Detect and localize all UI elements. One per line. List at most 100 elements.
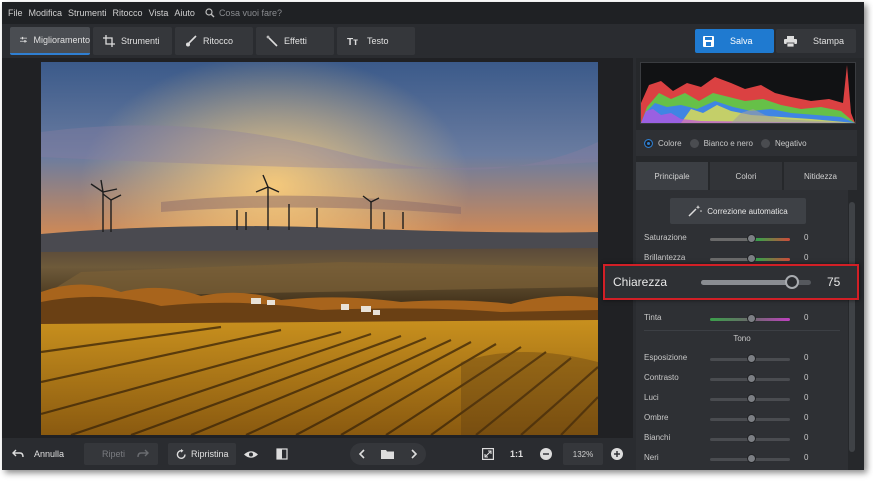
save-icon <box>703 35 714 47</box>
slider-label: Ombre <box>644 413 669 422</box>
redo-button[interactable]: Ripeti <box>84 443 158 465</box>
slider-value: 0 <box>804 413 809 422</box>
crop-icon <box>103 35 115 47</box>
slider-bianchi[interactable]: Bianchi 0 <box>644 432 844 446</box>
slider-value: 0 <box>804 253 809 262</box>
slider-neri[interactable]: Neri 0 <box>644 452 844 466</box>
navigation-group <box>350 443 426 465</box>
search-input[interactable]: Cosa vuoi fare? <box>219 8 282 18</box>
slider-knob[interactable] <box>747 254 756 263</box>
print-label: Stampa <box>813 36 845 46</box>
slider-knob[interactable] <box>747 374 756 383</box>
subtab-nitidezza[interactable]: Nitidezza <box>784 162 857 190</box>
undo-icon <box>12 449 24 458</box>
principale-params: Correzione automatica Saturazione 0 Bril… <box>636 190 848 470</box>
radio-colore-label: Colore <box>658 138 682 148</box>
compare-button[interactable] <box>276 443 288 465</box>
image-canvas[interactable] <box>2 58 633 438</box>
chiarezza-label: Chiarezza <box>613 275 668 289</box>
menu-aiuto[interactable]: Aiuto <box>174 8 195 18</box>
menu-modifica[interactable]: Modifica <box>29 8 63 18</box>
slider-tinta[interactable]: Tinta 0 <box>644 312 844 326</box>
tab-ritocco[interactable]: Ritocco <box>175 27 253 55</box>
scrollbar-thumb[interactable] <box>849 202 855 452</box>
printer-icon <box>784 35 797 47</box>
subtab-bar: Principale Colori Nitidezza <box>636 162 857 190</box>
menu-bar: File Modifica Strumenti Ritocco Vista Ai… <box>2 2 864 24</box>
auto-correct-button[interactable]: Correzione automatica <box>670 198 806 224</box>
slider-contrasto[interactable]: Contrasto 0 <box>644 372 844 386</box>
zoom-out-button[interactable] <box>540 443 552 465</box>
chiarezza-highlight: Chiarezza 75 <box>603 264 859 300</box>
subtab-principale[interactable]: Principale <box>636 162 708 190</box>
reset-label: Ripristina <box>191 449 229 459</box>
slider-label: Bianchi <box>644 433 671 442</box>
slider-knob[interactable] <box>747 454 756 463</box>
eye-icon <box>244 450 258 458</box>
slider-value: 0 <box>804 453 809 462</box>
magic-wand-icon <box>688 205 703 217</box>
slider-knob[interactable] <box>747 414 756 423</box>
preview-eye-button[interactable] <box>244 443 258 465</box>
sliders-icon <box>20 36 28 43</box>
slider-knob[interactable] <box>747 394 756 403</box>
slider-value: 0 <box>804 353 809 362</box>
slider-saturazione[interactable]: Saturazione 0 <box>644 232 844 246</box>
slider-knob[interactable] <box>747 354 756 363</box>
slider-knob[interactable] <box>747 434 756 443</box>
tab-effetti[interactable]: Effetti <box>256 27 334 55</box>
slider-value: 0 <box>804 433 809 442</box>
chiarezza-value: 75 <box>827 275 841 289</box>
zoom-in-button[interactable] <box>611 443 623 465</box>
redo-icon <box>137 449 150 458</box>
menu-vista[interactable]: Vista <box>149 8 169 18</box>
zoom-out-icon <box>540 448 552 460</box>
save-button[interactable]: Salva <box>695 29 774 53</box>
subtab-colori[interactable]: Colori <box>710 162 782 190</box>
chiarezza-slider-knob[interactable] <box>785 275 799 289</box>
search-icon <box>205 8 215 18</box>
save-label: Salva <box>730 36 753 46</box>
slider-luci[interactable]: Luci 0 <box>644 392 844 406</box>
menu-file[interactable]: File <box>8 8 23 18</box>
slider-label: Neri <box>644 453 659 462</box>
folder-icon[interactable] <box>381 449 395 459</box>
histogram <box>640 62 856 124</box>
radio-bianco-nero-label: Bianco e nero <box>703 138 753 148</box>
radio-bianco-nero[interactable] <box>689 138 699 148</box>
zoom-level[interactable]: 132% <box>563 443 603 465</box>
slider-label: Esposizione <box>644 353 688 362</box>
bottom-bar: Annulla Ripeti Ripristina 1:1 132% <box>2 438 633 470</box>
radio-negativo[interactable] <box>760 138 770 148</box>
panel-scrollbar[interactable] <box>848 190 856 470</box>
tab-testo[interactable]: Tт Testo <box>337 27 415 55</box>
tab-label: Effetti <box>284 36 307 46</box>
menu-strumenti[interactable]: Strumenti <box>68 8 107 18</box>
slider-label: Brillantezza <box>644 253 686 262</box>
next-icon[interactable] <box>410 449 418 459</box>
reset-button[interactable]: Ripristina <box>168 443 236 465</box>
zoom-in-icon <box>611 448 623 460</box>
tab-label: Ritocco <box>203 36 234 46</box>
undo-button[interactable]: Annulla <box>12 443 64 465</box>
radio-colore[interactable] <box>644 138 653 148</box>
actual-size-button[interactable]: 1:1 <box>510 443 523 465</box>
redo-label: Ripeti <box>102 449 126 459</box>
slider-knob[interactable] <box>747 314 756 323</box>
slider-esposizione[interactable]: Esposizione 0 <box>644 352 844 366</box>
fit-screen-button[interactable] <box>482 443 494 465</box>
prev-icon[interactable] <box>358 449 366 459</box>
slider-knob[interactable] <box>747 234 756 243</box>
slider-label: Tinta <box>644 313 662 322</box>
tab-strumenti[interactable]: Strumenti <box>93 27 172 55</box>
slider-ombre[interactable]: Ombre 0 <box>644 412 844 426</box>
divider <box>644 330 840 331</box>
tab-label: Strumenti <box>121 36 160 46</box>
magic-wand-icon <box>266 35 278 47</box>
radio-negativo-label: Negativo <box>774 138 807 148</box>
print-button[interactable]: Stampa <box>776 29 856 53</box>
menu-ritocco[interactable]: Ritocco <box>113 8 143 18</box>
slider-value: 0 <box>804 373 809 382</box>
tab-miglioramento[interactable]: Miglioramento <box>10 27 90 55</box>
chiarezza-fill <box>701 280 791 285</box>
